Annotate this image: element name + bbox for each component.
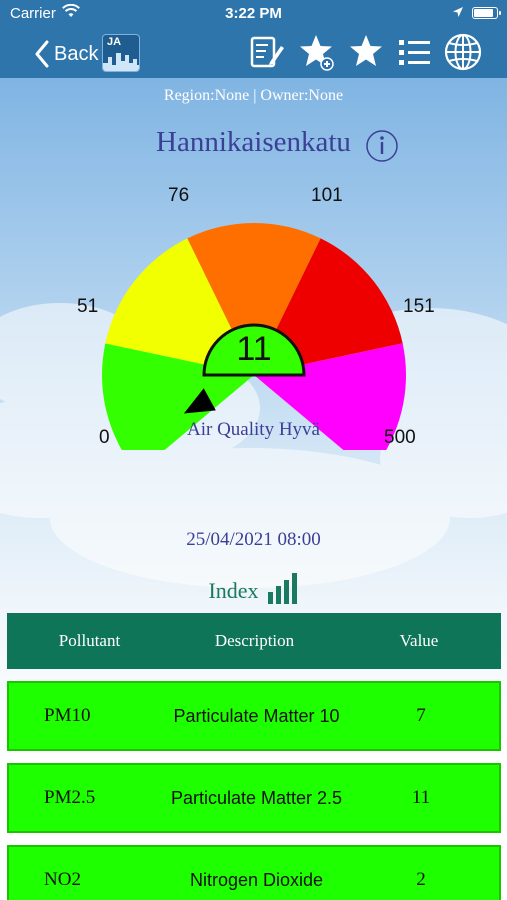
region-owner-label: Region:None | Owner:None: [163, 87, 344, 104]
air-quality-label: Air Quality Hyvä: [187, 419, 320, 440]
pollutant-table-header: Pollutant Description Value: [7, 613, 501, 669]
row-pollutant: NO2: [44, 869, 81, 890]
globe-button[interactable]: [443, 32, 483, 72]
index-link[interactable]: Index: [0, 572, 507, 604]
header-description: Description: [214, 631, 295, 650]
back-label: Back: [54, 42, 99, 65]
station-name: Hannikaisenkatu: [156, 126, 351, 158]
measurement-timestamp: 25/04/2021 08:00: [186, 529, 321, 550]
info-icon[interactable]: [364, 128, 400, 164]
row-pollutant: PM10: [44, 705, 91, 726]
list-button[interactable]: [394, 32, 434, 72]
table-row[interactable]: NO2 Nitrogen Dioxide 2: [7, 845, 501, 900]
table-row[interactable]: PM10 Particulate Matter 10 7: [7, 681, 501, 751]
location-arrow-icon: [453, 7, 463, 17]
back-button[interactable]: Back: [34, 34, 98, 74]
gauge-value: 11: [236, 330, 272, 368]
star-add-icon: [300, 35, 334, 71]
globe-icon: [444, 33, 482, 71]
app-logo-text: JA: [107, 36, 122, 48]
row-description: Particulate Matter 2.5: [170, 788, 343, 808]
row-value: 7: [416, 705, 426, 726]
gauge-tick-151: 151: [403, 296, 435, 317]
star-icon: [350, 35, 382, 66]
gauge-tick-76: 76: [168, 185, 190, 206]
gauge-tick-51: 51: [77, 296, 99, 317]
add-favorite-button[interactable]: [296, 32, 336, 72]
notes-edit-button[interactable]: [246, 32, 286, 72]
row-pollutant: PM2.5: [44, 787, 96, 808]
battery-icon: [472, 7, 501, 19]
row-description: Nitrogen Dioxide: [189, 870, 324, 890]
gauge-tick-101: 101: [311, 185, 343, 206]
index-label: Index: [208, 578, 259, 603]
row-value: 2: [416, 869, 426, 890]
station-title: Hannikaisenkatu: [0, 126, 507, 159]
navigation-bar: Carrier 3:22 PM Back JA: [0, 0, 507, 78]
header-value: Value: [399, 631, 439, 650]
favorites-button[interactable]: [346, 32, 386, 72]
row-description: Particulate Matter 10: [173, 706, 340, 726]
chevron-left-icon: [35, 40, 49, 68]
table-row[interactable]: PM2.5 Particulate Matter 2.5 11: [7, 763, 501, 833]
status-time: 3:22 PM: [225, 5, 282, 22]
notes-edit-icon: [250, 36, 284, 68]
app-logo: JA: [102, 34, 140, 72]
status-bar: Carrier 3:22 PM: [0, 0, 507, 26]
list-icon: [399, 40, 430, 65]
row-value: 11: [411, 787, 431, 808]
bar-chart-icon: [267, 573, 297, 604]
header-pollutant: Pollutant: [58, 631, 121, 650]
